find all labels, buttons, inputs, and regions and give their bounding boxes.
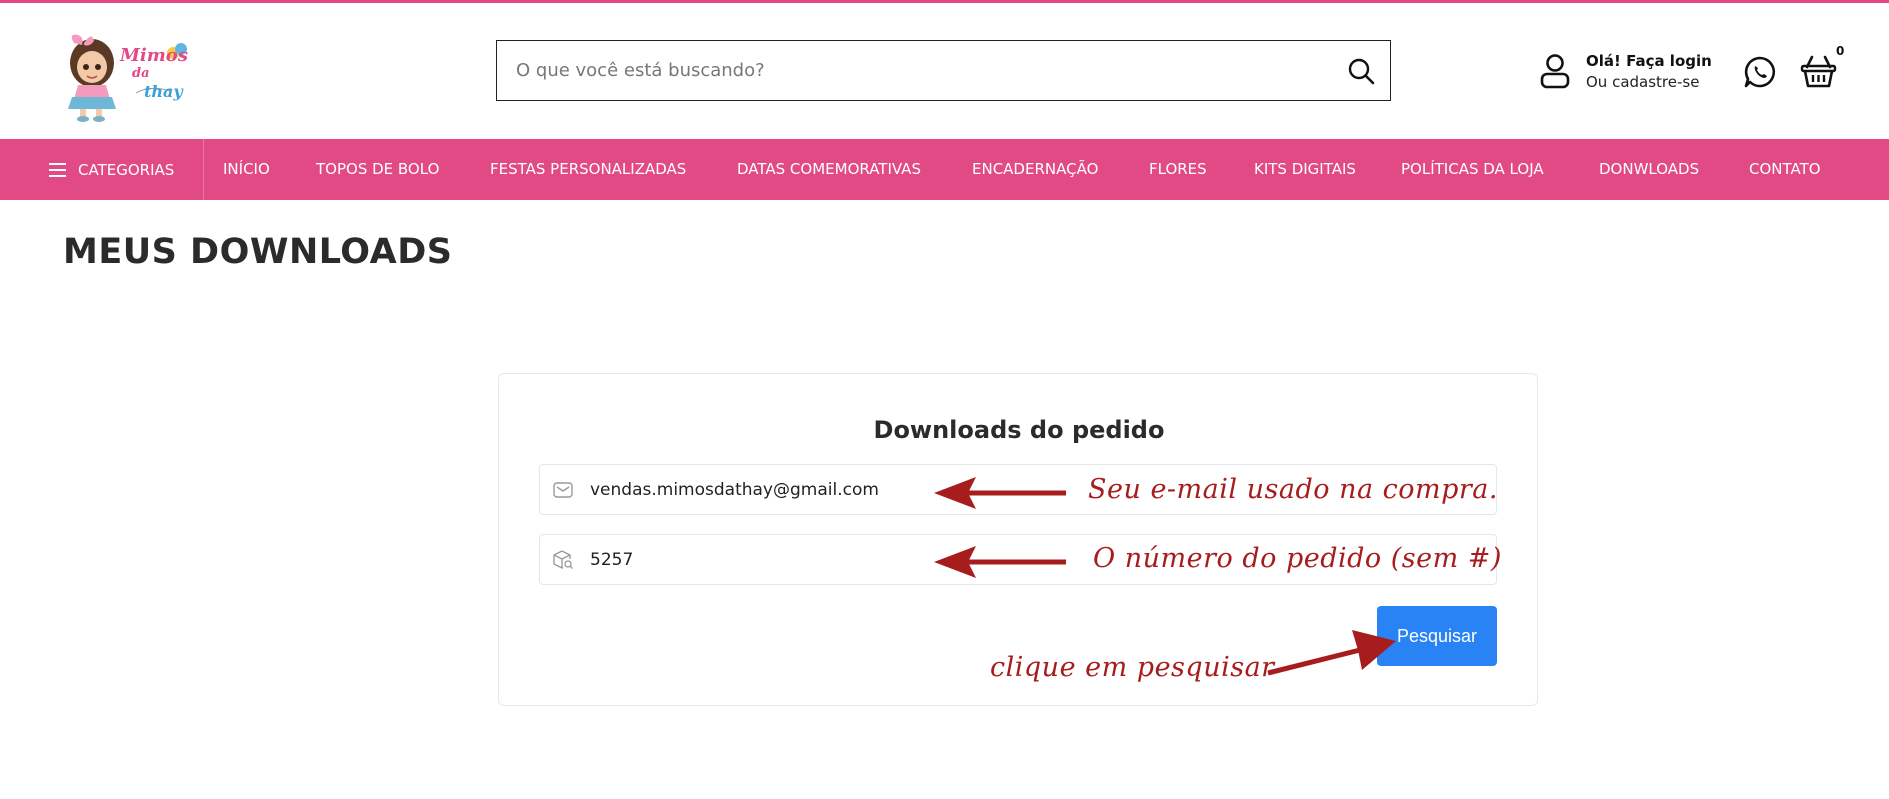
page: Mimos da thay Olá! Faça login Ou cadastr — [0, 0, 1889, 799]
nav-item-flores[interactable]: FLORES — [1149, 139, 1207, 200]
logo-line-3: thay — [144, 82, 183, 101]
account-link[interactable] — [1538, 53, 1572, 89]
whatsapp-icon — [1744, 56, 1776, 88]
login-title: Olá! Faça login — [1586, 52, 1712, 70]
package-search-icon — [553, 550, 573, 569]
search-input[interactable] — [497, 41, 1317, 99]
nav-item-kits-digitais[interactable]: KITS DIGITAIS — [1254, 139, 1356, 200]
search-button[interactable] — [1346, 56, 1376, 86]
nav-item-inicio[interactable]: INÍCIO — [223, 139, 270, 200]
search-icon — [1348, 58, 1375, 85]
annotation-email-hint: Seu e-mail usado na compra. — [1088, 474, 1498, 505]
user-icon — [1540, 54, 1570, 89]
annotation-order-hint: O número do pedido (sem #) — [1093, 543, 1502, 574]
cart-count-badge: 0 — [1836, 44, 1845, 58]
header: Mimos da thay Olá! Faça login Ou cadastr — [0, 3, 1889, 139]
card-title: Downloads do pedido — [873, 416, 1165, 444]
main-nav: CATEGORIAS INÍCIO TOPOS DE BOLO FESTAS P… — [0, 139, 1889, 200]
pesquisar-button[interactable]: Pesquisar — [1377, 606, 1497, 666]
nav-item-contato[interactable]: CONTATO — [1749, 139, 1821, 200]
login-link[interactable]: Olá! Faça login Ou cadastre-se — [1586, 52, 1712, 91]
annotation-button-hint: clique em pesquisar — [990, 652, 1275, 683]
logo-wordmark: Mimos da thay — [120, 47, 188, 101]
nav-item-encadernacao[interactable]: ENCADERNAÇÃO — [972, 139, 1098, 200]
login-subtitle: Ou cadastre-se — [1586, 73, 1700, 91]
search-bar — [496, 40, 1391, 101]
page-title: MEUS DOWNLOADS — [63, 232, 453, 272]
nav-items: INÍCIO TOPOS DE BOLO FESTAS PERSONALIZAD… — [0, 139, 1889, 200]
cart-link[interactable] — [1800, 53, 1837, 89]
store-logo[interactable]: Mimos da thay — [50, 23, 200, 123]
nav-item-festas-personalizadas[interactable]: FESTAS PERSONALIZADAS — [490, 139, 686, 200]
logo-line-2: da — [132, 66, 150, 81]
basket-icon — [1800, 55, 1837, 88]
nav-item-topos-de-bolo[interactable]: TOPOS DE BOLO — [316, 139, 439, 200]
nav-item-datas-comemorativas[interactable]: DATAS COMEMORATIVAS — [737, 139, 921, 200]
logo-line-1: Mimos — [120, 45, 188, 66]
nav-item-downloads[interactable]: DONWLOADS — [1599, 139, 1699, 200]
envelope-icon — [553, 482, 573, 498]
whatsapp-link[interactable] — [1743, 55, 1777, 89]
nav-item-politicas-da-loja[interactable]: POLÍTICAS DA LOJA — [1401, 139, 1544, 200]
